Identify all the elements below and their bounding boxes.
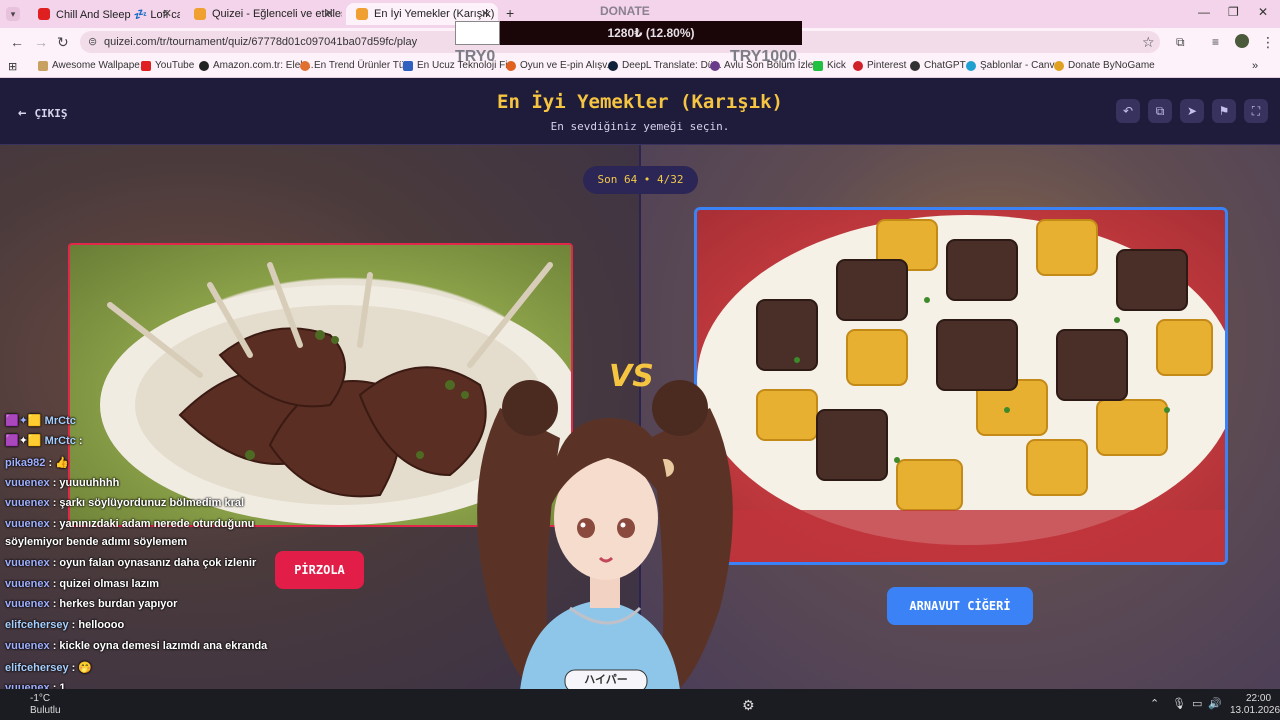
- apps-grid-icon[interactable]: ⊞: [8, 60, 17, 73]
- bookmark-item[interactable]: Şablonlar - Canva: [966, 60, 1060, 71]
- bookmark-favicon: [1054, 60, 1064, 71]
- bookmark-item[interactable]: DeepL Translate: Dü...: [608, 60, 722, 71]
- shirt-text: ハイパー: [584, 674, 628, 686]
- menu-dots-icon[interactable]: ⋮: [1261, 34, 1275, 51]
- bookmark-item[interactable]: Kick: [813, 60, 846, 71]
- bookmark-favicon: [300, 60, 310, 71]
- round-indicator: Son 64 • 4/32: [583, 166, 698, 194]
- choose-right-button[interactable]: ARNAVUT CİĞERİ: [887, 587, 1033, 625]
- right-choice-image[interactable]: [694, 207, 1228, 565]
- bookmark-item[interactable]: Oyun ve E-pin Alışv...: [506, 60, 615, 71]
- chat-message: elifcehersey : helloooo: [5, 619, 125, 631]
- chat-message: vuuenex : oyun falan oynasanız daha çok …: [5, 557, 257, 569]
- maximize-icon[interactable]: ❐: [1228, 5, 1239, 19]
- chatgpt-icon: [910, 60, 920, 71]
- close-window-icon[interactable]: ✕: [1258, 5, 1268, 19]
- bookmark-item[interactable]: Amazon.com.tr: Elek...: [199, 60, 314, 71]
- chat-message: 🟪✦🟨 MrCtc: [5, 415, 76, 427]
- bookmark-favicon: [506, 60, 516, 71]
- vtuber-avatar: ハイパー: [460, 338, 750, 693]
- microphone-icon[interactable]: 🎙: [1172, 697, 1186, 710]
- youtube-icon: [141, 60, 151, 71]
- tab-quizei[interactable]: Quizei - Eğlenceli ve etkileşimli ✕: [184, 3, 342, 25]
- clock-date: 13.01.2026: [1230, 705, 1280, 716]
- bookmark-item[interactable]: YouTube: [141, 60, 194, 71]
- chat-message: 🟪✦🟨 MrCtc :: [5, 435, 83, 447]
- choose-left-button[interactable]: PİRZOLA: [275, 551, 364, 589]
- bookmark-favicon: [710, 60, 720, 71]
- deepl-icon: [608, 60, 618, 71]
- tab-close-icon[interactable]: ✕: [481, 7, 490, 20]
- bookmark-star-icon[interactable]: ☆: [1142, 34, 1155, 51]
- donate-progress-bar: 1280₺ (12.80%): [500, 21, 802, 45]
- site-info-icon[interactable]: ⊜: [88, 31, 97, 53]
- clock-time: 22:00: [1246, 693, 1272, 704]
- tab-close-icon[interactable]: ✕: [163, 7, 172, 20]
- chat-message: vuuenex : quizei olması lazım: [5, 578, 160, 590]
- new-tab-button[interactable]: +: [506, 5, 514, 21]
- bookmarks-bar: ⊞ Awesome Wallpape... YouTube Amazon.com…: [0, 56, 1280, 78]
- media-controls-icon[interactable]: ≡: [1212, 35, 1219, 49]
- chat-message: vuuenex : yuuuuhhhh: [5, 477, 120, 489]
- bookmark-item[interactable]: En Trend Ürünler Tü...: [300, 60, 413, 71]
- extensions-icon[interactable]: ⧉: [1176, 35, 1185, 50]
- bookmark-item[interactable]: Awesome Wallpape...: [38, 60, 148, 71]
- bookmark-favicon: [38, 60, 48, 71]
- chat-message: vuuenex : şarkı söylüyordunuz bölmedim k…: [5, 497, 245, 509]
- quizei-icon: [356, 8, 368, 20]
- tab-search-icon[interactable]: ▾: [6, 7, 20, 21]
- weather-desc: Bulutlu: [30, 705, 61, 716]
- bookmark-item[interactable]: Donate ByNoGame: [1054, 60, 1155, 71]
- bookmark-item[interactable]: Pinterest: [853, 60, 906, 71]
- more-bookmarks-icon[interactable]: »: [1252, 60, 1258, 72]
- fullscreen-icon[interactable]: ⛶: [1244, 99, 1268, 123]
- quiz-title: En İyi Yemekler (Karışık): [497, 91, 783, 113]
- volume-icon[interactable]: 🔊: [1208, 697, 1222, 710]
- send-icon[interactable]: ➤: [1180, 99, 1204, 123]
- network-icon[interactable]: ▭: [1192, 697, 1202, 710]
- canva-icon: [966, 60, 976, 71]
- chat-message: pika982 : 👍: [5, 457, 69, 469]
- quiz-subtitle: En sevdiğiniz yemeği seçin.: [550, 120, 730, 133]
- tab-close-icon[interactable]: ✕: [325, 7, 334, 20]
- bookmark-favicon: [403, 60, 413, 71]
- donate-max-label: TRY1000: [730, 48, 797, 65]
- tab-lofi[interactable]: Chill And Sleep 💤 Lofi cat ✕: [28, 3, 180, 25]
- app-icon[interactable]: ⚙: [742, 697, 755, 714]
- reload-icon[interactable]: ↻: [57, 34, 69, 51]
- quiz-header: ← ÇIKIŞ En İyi Yemekler (Karışık) En sev…: [0, 79, 1280, 145]
- quizei-icon: [194, 8, 206, 20]
- pinterest-icon: [853, 60, 863, 71]
- bookmark-item[interactable]: ChatGPT: [910, 60, 966, 71]
- weather-temp: -1°C: [30, 693, 51, 704]
- forward-arrow-icon[interactable]: →: [34, 34, 48, 50]
- chat-message: söylemiyor bende adımı söylemem: [5, 536, 188, 548]
- back-arrow-icon[interactable]: ←: [10, 34, 24, 50]
- chat-message: vuuenex : herkes burdan yapıyor: [5, 598, 178, 610]
- liver-potatoes-illustration: [697, 215, 1225, 562]
- chat-message: elifcehersey : 🤭: [5, 662, 93, 674]
- minimize-icon[interactable]: —: [1198, 5, 1210, 19]
- undo-icon[interactable]: ↶: [1116, 99, 1140, 123]
- avatar-illustration: [477, 380, 733, 693]
- amazon-icon: [199, 60, 209, 71]
- chat-message: vuuenex : kickle oyna demesi lazımdı ana…: [5, 640, 268, 652]
- donate-min-label: TRY0: [455, 48, 496, 65]
- chat-message: vuuenex : yanınızdaki adam nerede oturdu…: [5, 518, 255, 530]
- flag-icon[interactable]: ⚑: [1212, 99, 1236, 123]
- share-icon[interactable]: ⧉: [1148, 99, 1172, 123]
- kick-icon: [813, 60, 823, 71]
- taskbar: -1°C Bulutlu ⚙ ⌃ 🎙 ▭ 🔊 22:00 13.01.2026: [0, 689, 1280, 720]
- tray-chevron-icon[interactable]: ⌃: [1150, 697, 1159, 710]
- youtube-icon: [38, 8, 50, 20]
- donate-label: DONATE: [600, 4, 650, 18]
- profile-avatar[interactable]: [1235, 34, 1249, 48]
- donate-progress-fill: [455, 21, 500, 45]
